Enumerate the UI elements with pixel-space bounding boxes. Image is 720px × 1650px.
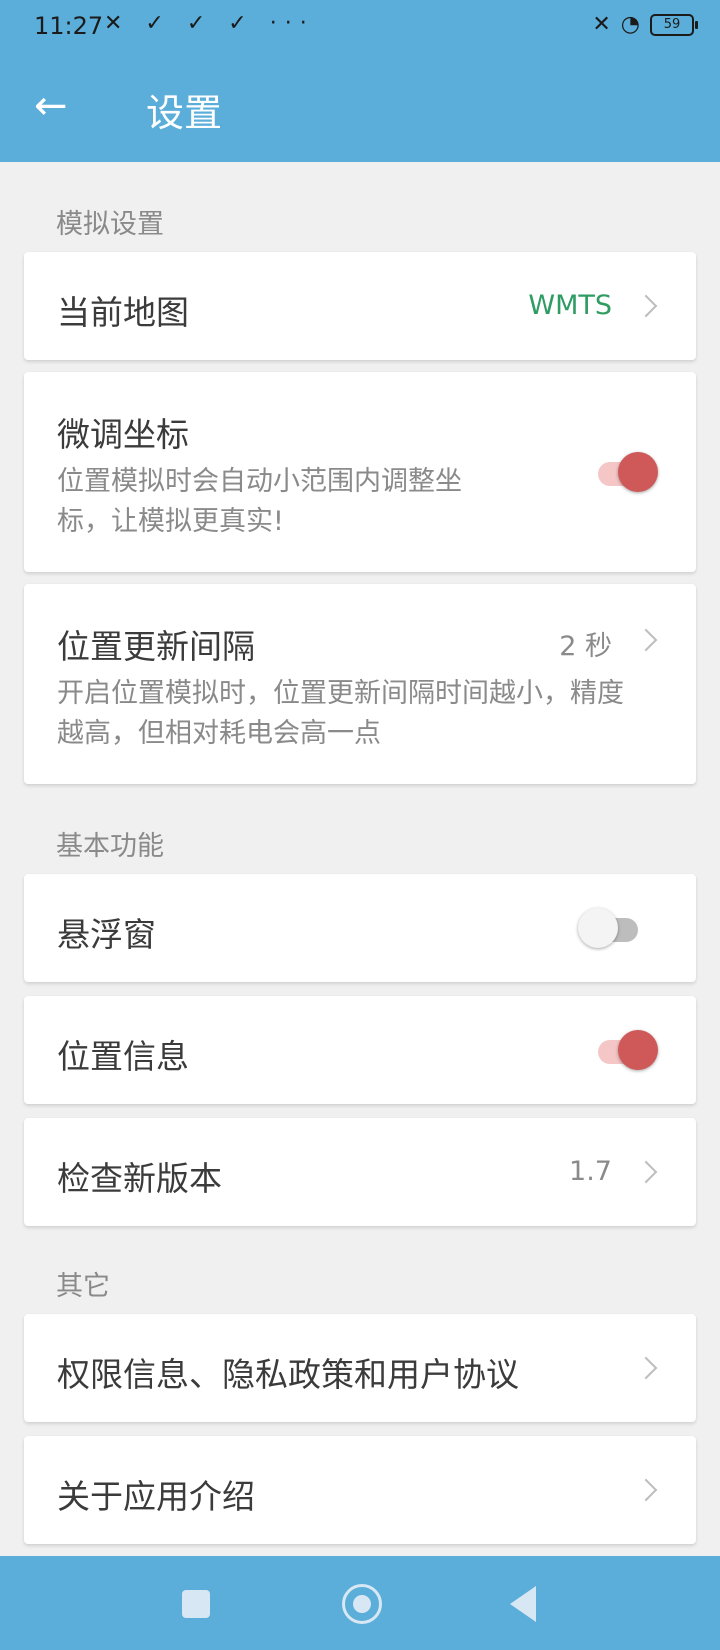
fine-tune-description: 位置模拟时会自动小范围内调整坐标，让模拟更真实! [57, 466, 462, 537]
location-info-row[interactable]: 位置信息 [24, 996, 696, 1104]
notification-icons: ✕ ✓ ✓ ✓ ··· [104, 11, 315, 36]
toggle-thumb [618, 1030, 658, 1070]
section-title-other: 其它 [56, 1271, 110, 1302]
chevron-right-icon [634, 294, 658, 318]
check-version-row[interactable]: 检查新版本 1.7 [24, 1118, 696, 1226]
partial-row-label: 关于应用介绍 [57, 1477, 255, 1516]
battery-icon: 59 [650, 13, 698, 36]
check-version-value: 1.7 [569, 1156, 612, 1187]
wifi-icon: ◔ [620, 12, 640, 37]
section-title-basic: 基本功能 [56, 831, 164, 862]
toggle-thumb [618, 452, 658, 492]
location-info-label: 位置信息 [57, 1037, 189, 1076]
update-interval-label: 位置更新间隔 [57, 627, 255, 666]
update-interval-value: 2 秒 [559, 631, 612, 662]
home-icon[interactable] [342, 1584, 382, 1624]
back-icon[interactable] [510, 1586, 536, 1622]
section-title-simulation: 模拟设置 [56, 209, 164, 240]
update-interval-row[interactable]: 位置更新间隔 2 秒 开启位置模拟时，位置更新间隔时间越小，精度越高，但相对耗电… [24, 584, 696, 784]
chevron-right-icon [634, 628, 658, 652]
privacy-policy-label: 权限信息、隐私政策和用户协议 [57, 1355, 519, 1394]
system-navigation-bar [0, 1556, 720, 1650]
app-bar: ← 设置 [0, 54, 720, 162]
chevron-right-icon [634, 1478, 658, 1502]
floating-window-label: 悬浮窗 [57, 915, 156, 954]
recent-apps-icon[interactable] [182, 1590, 210, 1618]
chevron-right-icon [634, 1356, 658, 1380]
settings-list[interactable]: 模拟设置 当前地图 WMTS 微调坐标 位置模拟时会自动小范围内调整坐标，让模拟… [0, 162, 720, 1556]
chevron-right-icon [634, 1160, 658, 1184]
update-interval-description: 开启位置模拟时，位置更新间隔时间越小，精度越高，但相对耗电会高一点 [57, 678, 624, 749]
back-arrow-icon[interactable]: ← [34, 84, 82, 132]
current-map-row[interactable]: 当前地图 WMTS [24, 252, 696, 360]
page-title: 设置 [146, 91, 223, 135]
current-map-label: 当前地图 [57, 293, 189, 332]
fine-tune-label: 微调坐标 [57, 415, 189, 454]
status-bar: 11:27 ✕ ✓ ✓ ✓ ··· ✕ ◔ 59 [0, 0, 720, 54]
fine-tune-toggle[interactable] [594, 448, 658, 496]
toggle-thumb [578, 908, 618, 948]
floating-window-row[interactable]: 悬浮窗 [24, 874, 696, 982]
fine-tune-coordinate-row[interactable]: 微调坐标 位置模拟时会自动小范围内调整坐标，让模拟更真实! [24, 372, 696, 572]
location-info-toggle[interactable] [594, 1026, 658, 1074]
privacy-policy-row[interactable]: 权限信息、隐私政策和用户协议 [24, 1314, 696, 1422]
status-time: 11:27 [34, 12, 104, 40]
check-version-label: 检查新版本 [57, 1159, 222, 1198]
partial-settings-row[interactable]: 关于应用介绍 [24, 1436, 696, 1544]
signal-icon: ✕ [592, 12, 611, 37]
system-icons: ✕ ◔ 59 [592, 12, 698, 37]
floating-window-toggle[interactable] [578, 904, 642, 952]
current-map-value: WMTS [528, 290, 612, 321]
